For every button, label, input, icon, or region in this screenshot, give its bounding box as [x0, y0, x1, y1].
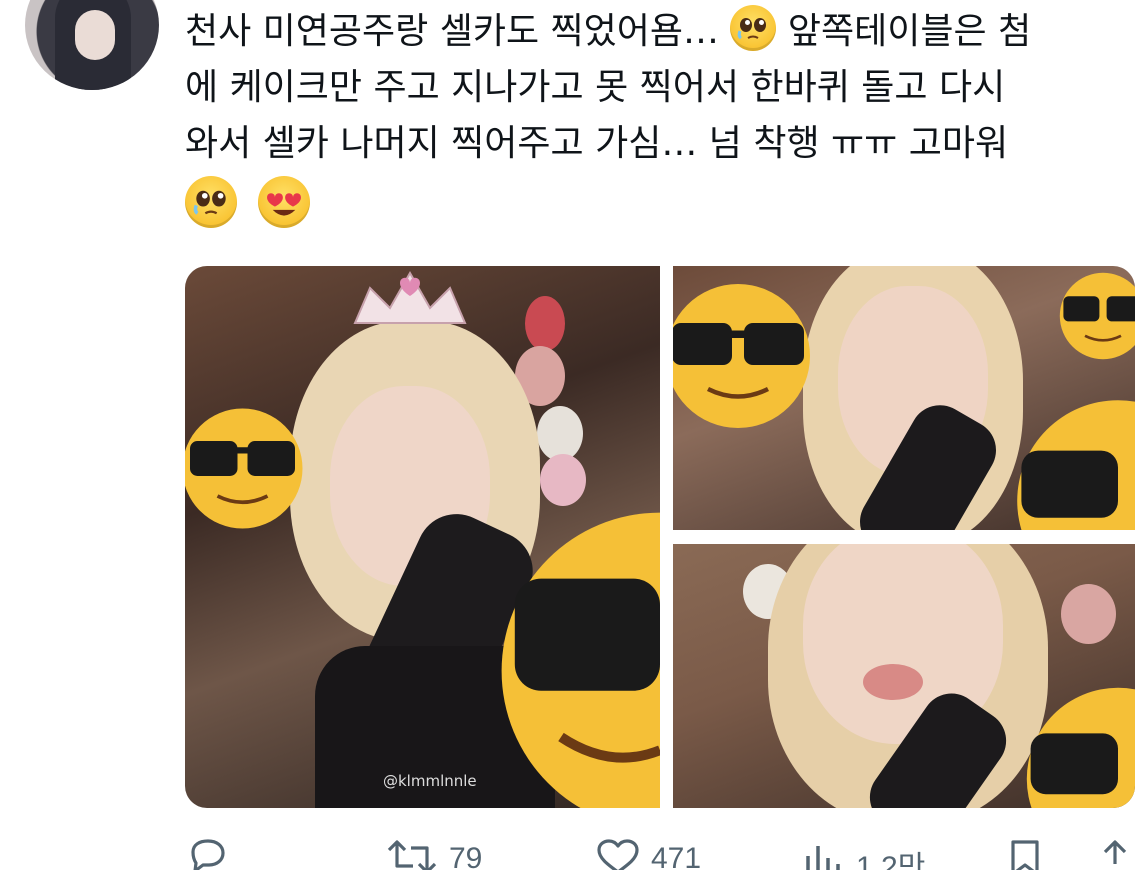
like-count: 471: [651, 842, 702, 870]
retweet-button[interactable]: 79: [385, 838, 482, 870]
tweet-text-segment-2: 앞쪽테이블은 첨: [787, 11, 1032, 52]
views-count: 1.2만: [856, 851, 926, 870]
photo-2[interactable]: [673, 266, 1135, 530]
sunglasses-face-icon: [1023, 684, 1135, 808]
sunglasses-face-icon: [1013, 396, 1135, 530]
bookmark-icon: [1011, 840, 1039, 870]
sunglasses-face-icon: [673, 281, 813, 431]
bookmark-button[interactable]: [1005, 838, 1045, 870]
views-button[interactable]: 1.2만: [800, 838, 925, 870]
tweet-text-segment-1: 천사 미연공주랑 셀카도 찍었어욤…: [185, 11, 720, 52]
tweet-line-3: 와서 셀카 나머지 찍어주고 가심… 넘 착행 ㅠㅠ 고마워: [185, 123, 1009, 164]
tweet-line-4: [185, 176, 1135, 232]
heart-icon: [597, 839, 639, 870]
views-icon: [806, 846, 840, 870]
tiara: [350, 268, 470, 328]
pleading-face-icon: [185, 176, 237, 228]
tweet-actions: 79 471 1.2만: [185, 838, 1135, 870]
reply-icon: [191, 839, 225, 870]
reply-button[interactable]: [185, 838, 231, 870]
tweet-text: 천사 미연공주랑 셀카도 찍었어욤… 앞쪽테이블은 첨 에 케이크만 주고 지나…: [185, 4, 1135, 232]
sunglasses-face-icon: [1058, 271, 1135, 361]
photo-1[interactable]: @klmmlnnle: [185, 266, 660, 808]
like-button[interactable]: 471: [595, 838, 701, 870]
retweet-count: 79: [449, 842, 483, 870]
share-button[interactable]: [1095, 838, 1135, 870]
tweet-line-2: 에 케이크만 주고 지나가고 못 찍어서 한바퀴 돌고 다시: [185, 67, 1006, 108]
sunglasses-face-icon: [185, 406, 305, 531]
retweet-icon: [387, 840, 437, 870]
pleading-face-icon: [730, 5, 777, 51]
heart-eyes-face-icon: [258, 176, 311, 228]
photo-3[interactable]: [673, 544, 1135, 808]
tweet-media[interactable]: @klmmlnnle: [185, 266, 1135, 808]
watermark: @klmmlnnle: [383, 772, 477, 790]
lips: [863, 664, 923, 700]
balloon: [537, 406, 583, 461]
avatar-face: [75, 10, 115, 60]
balloon: [540, 454, 586, 506]
balloon: [1061, 584, 1116, 644]
tweet-line-1: 천사 미연공주랑 셀카도 찍었어욤… 앞쪽테이블은 첨: [185, 4, 1135, 60]
sunglasses-face-icon: [495, 506, 660, 808]
balloon: [525, 296, 565, 351]
share-icon: [1103, 840, 1127, 864]
avatar[interactable]: [25, 0, 159, 90]
